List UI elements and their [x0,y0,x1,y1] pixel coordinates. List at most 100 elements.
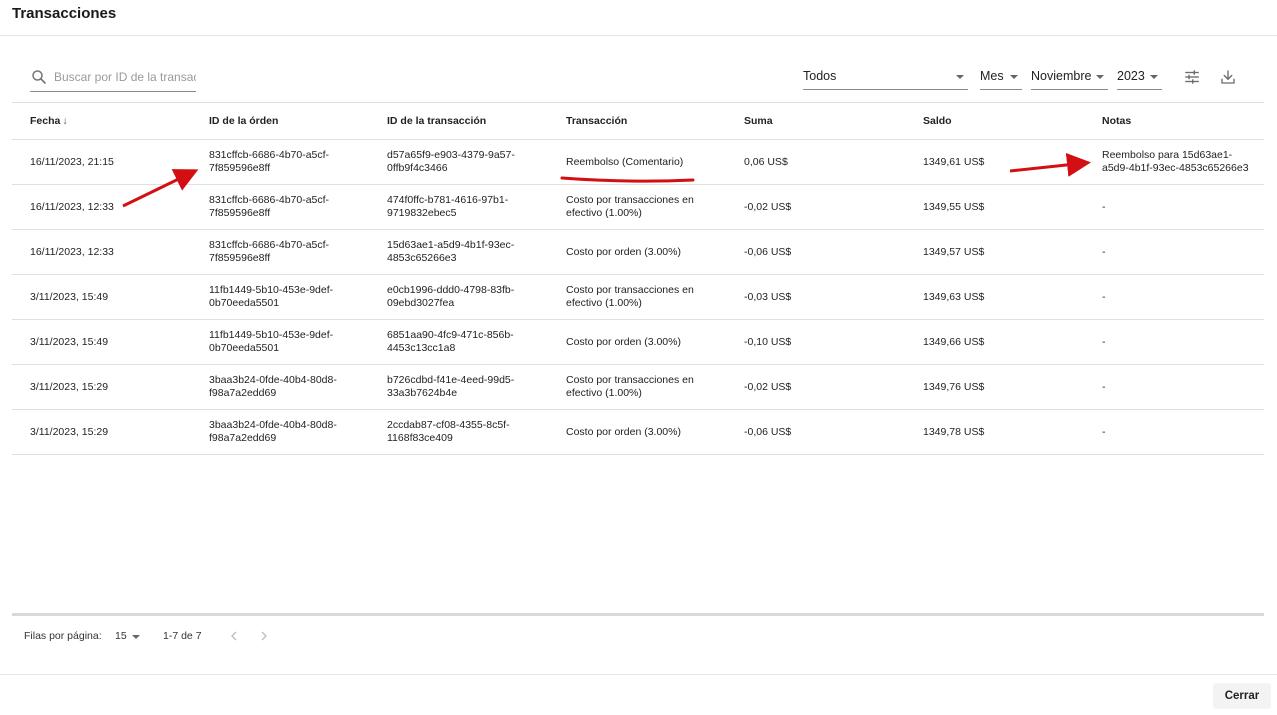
cell-transaction-type-text: efectivo (1.00%) [566,207,642,219]
search-input[interactable] [54,67,196,87]
cell-order-id: 11fb1449-5b10-453e-9def- 0b70eeda5501 [209,275,359,319]
cell-transaction-type-text: efectivo (1.00%) [566,387,642,399]
cell-transaction-id-text: 33a3b7624b4e [387,387,458,399]
column-header-orden: ID de la órden [209,114,279,127]
cell-fecha-text: 16/11/2023, 12:33 [30,245,114,258]
cell-transaction-id-text: 4853c65266e3 [387,252,457,264]
cell-suma-text: -0,10 US$ [744,335,792,348]
cell-saldo: 1349,78 US$ [923,410,1073,454]
cell-transaction-id-text: b726cdbd-f41e-4eed-99d5- [387,374,515,386]
table-header-row: Fecha ↓ ID de la órden ID de la transacci… [12,103,1264,140]
month-select-value: Noviembre [1031,69,1092,83]
cell-order-id-text: f98a7a2edd69 [209,432,277,444]
column-header-suma: Suma [744,114,773,127]
cell-saldo-text: 1349,76 US$ [923,380,985,393]
search-box[interactable] [30,62,196,92]
cell-saldo: 1349,61 US$ [923,140,1073,184]
download-icon[interactable] [1219,68,1237,86]
cell-notas-text: Reembolso para 15d63ae1- [1102,149,1233,161]
cell-transaction-type-text: Costo por transacciones en [566,194,694,206]
cell-fecha-text: 3/11/2023, 15:49 [30,290,109,303]
table-row: 16/11/2023, 12:33 831cffcb-6686-4b70-a5cf… [12,185,1264,230]
cell-order-id-text: 7f859596e8ff [209,207,271,219]
cell-transaction-type: Costo por transacciones en efectivo (1.00… [566,185,716,229]
cell-suma-text: -0,03 US$ [744,290,792,303]
cell-transaction-id: 15d63ae1-a5d9-4b1f-93ec- 4853c65266e3 [387,230,537,274]
cell-notas: - [1102,410,1262,454]
month-select[interactable]: Noviembre [1031,62,1108,90]
cell-notas: - [1102,275,1262,319]
cell-suma-text: -0,06 US$ [744,245,792,258]
cell-transaction-type-text: Costo por transacciones en [566,284,694,296]
pagination-range: 1-7 de 7 [163,630,202,642]
cell-notas-text: - [1102,245,1106,258]
tune-icon[interactable] [1183,68,1201,86]
cell-order-id-text: 3baa3b24-0fde-40b4-80d8- [209,419,337,431]
cell-order-id-text: 7f859596e8ff [209,162,271,174]
column-header-notas: Notas [1102,114,1132,127]
dialog-footer-divider [0,674,1277,675]
cell-transaction-type: Costo por orden (3.00%) [566,320,716,364]
cell-transaction-type-text: Reembolso (Comentario) [566,155,684,168]
type-select[interactable]: Todos [803,62,968,90]
cell-order-id-text: 0b70eeda5501 [209,297,280,309]
cell-notas: - [1102,365,1262,409]
cell-transaction-id-text: 09ebd3027fea [387,297,455,309]
cell-order-id-text: 0b70eeda5501 [209,342,280,354]
cell-saldo-text: 1349,63 US$ [923,290,985,303]
cell-transaction-id-text: 2ccdab87-cf08-4355-8c5f- [387,419,510,431]
year-select-value: 2023 [1117,69,1145,83]
cell-transaction-type: Costo por transacciones en efectivo (1.00… [566,365,716,409]
cell-transaction-id-text: d57a65f9-e903-4379-9a57- [387,149,515,161]
transactions-table: Fecha ↓ ID de la órden ID de la transacci… [12,102,1264,455]
cell-order-id-text: 831cffcb-6686-4b70-a5cf- [209,239,330,251]
table-row: 3/11/2023, 15:29 3baa3b24-0fde-40b4-80d8-… [12,410,1264,455]
table-row: 3/11/2023, 15:49 11fb1449-5b10-453e-9def-… [12,275,1264,320]
cell-saldo-text: 1349,57 US$ [923,245,985,258]
cell-suma: -0,06 US$ [744,230,894,274]
chevron-down-icon [1150,75,1158,79]
chevron-right-icon[interactable] [256,628,272,644]
cell-transaction-type-text: Costo por orden (3.00%) [566,245,681,258]
table-row: 16/11/2023, 12:33 831cffcb-6686-4b70-a5cf… [12,230,1264,275]
cell-transaction-id: e0cb1996-ddd0-4798-83fb- 09ebd3027fea [387,275,537,319]
cell-saldo: 1349,76 US$ [923,365,1073,409]
chevron-down-icon [956,75,964,79]
cell-suma: -0,10 US$ [744,320,894,364]
cell-transaction-id-text: 0ffb9f4c3466 [387,162,448,174]
cell-saldo: 1349,63 US$ [923,275,1073,319]
cell-order-id-text: 831cffcb-6686-4b70-a5cf- [209,149,330,161]
column-header-transaccion: Transacción [566,114,628,127]
table-row: 3/11/2023, 15:49 11fb1449-5b10-453e-9def-… [12,320,1264,365]
cell-saldo: 1349,57 US$ [923,230,1073,274]
cell-fecha: 3/11/2023, 15:49 [30,275,200,319]
cell-saldo: 1349,55 US$ [923,185,1073,229]
period-select[interactable]: Mes [980,62,1022,90]
close-button[interactable]: Cerrar [1213,683,1271,709]
cell-notas-text: - [1102,290,1106,303]
cell-transaction-id: b726cdbd-f41e-4eed-99d5- 33a3b7624b4e [387,365,537,409]
top-bar: Transacciones [0,0,1277,36]
column-header-fecha[interactable]: Fecha ↓ [30,103,200,139]
period-select-value: Mes [980,69,1004,83]
page-title: Transacciones [12,5,117,22]
rows-per-page-select[interactable]: 15 [115,630,127,642]
cell-fecha: 16/11/2023, 21:15 [30,140,200,184]
cell-suma-text: 0,06 US$ [744,155,788,168]
cell-suma: 0,06 US$ [744,140,894,184]
cell-fecha-text: 16/11/2023, 21:15 [30,155,114,168]
chevron-down-icon [1010,75,1018,79]
cell-fecha: 16/11/2023, 12:33 [30,185,200,229]
cell-fecha: 16/11/2023, 12:33 [30,230,200,274]
year-select[interactable]: 2023 [1117,62,1162,90]
pagination: Filas por página: 15 1-7 de 7 [24,630,424,644]
cell-notas: - [1102,320,1262,364]
cell-transaction-type-text: Costo por transacciones en [566,374,694,386]
chevron-left-icon[interactable] [226,628,242,644]
cell-transaction-id-text: 4453c13cc1a8 [387,342,456,354]
chevron-down-icon[interactable] [132,635,140,639]
cell-order-id: 831cffcb-6686-4b70-a5cf- 7f859596e8ff [209,230,359,274]
cell-fecha: 3/11/2023, 15:29 [30,365,200,409]
column-header-transaccion-id: ID de la transacción [387,114,487,127]
cell-suma: -0,06 US$ [744,410,894,454]
